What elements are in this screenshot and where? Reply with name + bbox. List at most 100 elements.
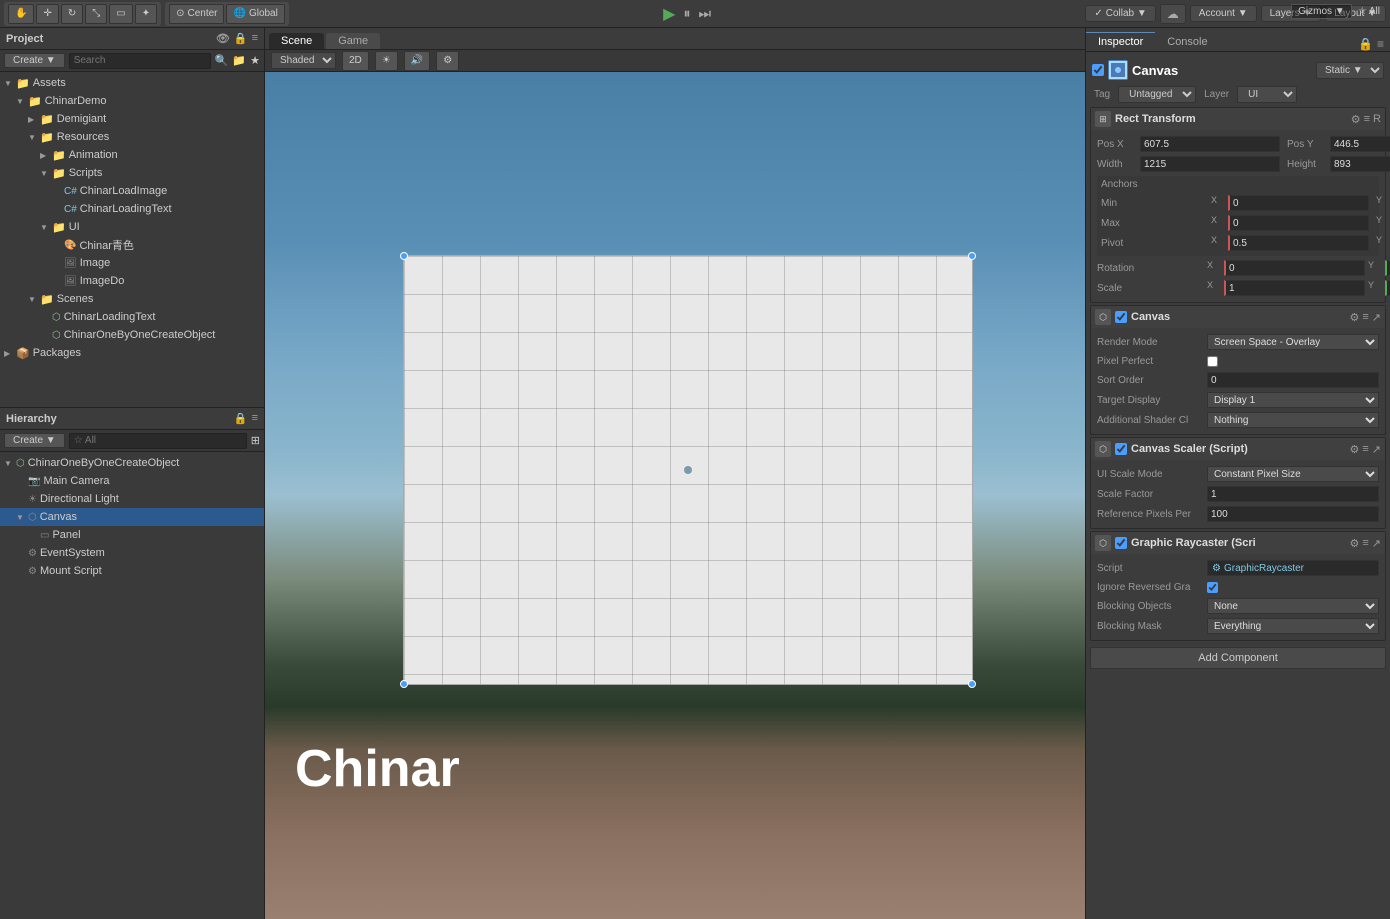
- light-toggle[interactable]: ☀: [375, 51, 398, 71]
- assets-root[interactable]: ▼ 📁 Assets: [0, 74, 264, 92]
- rotate-tool-btn[interactable]: ↻: [61, 4, 83, 24]
- hierarchy-create-btn[interactable]: Create ▼: [4, 433, 65, 448]
- canvas-menu-icon[interactable]: ≡: [1362, 311, 1368, 324]
- rt-r-icon[interactable]: R: [1373, 113, 1381, 126]
- lock-panel-icon[interactable]: 🔒: [1358, 37, 1373, 51]
- scaler-menu-icon[interactable]: ≡: [1362, 443, 1368, 456]
- scene-view[interactable]: Chinar: [265, 72, 1085, 919]
- gizmos-btn[interactable]: Gizmos ▼: [1291, 4, 1352, 19]
- sort-order-input[interactable]: [1207, 372, 1379, 388]
- pivot-btn[interactable]: ⊙ Center: [169, 4, 224, 24]
- rt-gear-icon[interactable]: ⚙: [1351, 113, 1361, 126]
- scaler-gear-icon[interactable]: ⚙: [1349, 443, 1359, 456]
- hierarchy-panel-item[interactable]: ▭ Panel: [0, 526, 264, 544]
- handle-top-left[interactable]: [400, 252, 408, 260]
- rt-menu-icon[interactable]: ≡: [1364, 113, 1370, 126]
- transform-tool-btn[interactable]: ✦: [135, 4, 157, 24]
- hierarchy-directional-light[interactable]: ☀ Directional Light: [0, 490, 264, 508]
- audio-toggle[interactable]: 🔊: [404, 51, 430, 71]
- scale-y-input[interactable]: [1385, 280, 1390, 296]
- tab-console[interactable]: Console: [1155, 33, 1219, 51]
- canvas-comp-checkbox[interactable]: [1115, 311, 1127, 323]
- graphic-raycaster-header[interactable]: ⬡ Graphic Raycaster (Scri ⚙ ≡ ↗: [1091, 532, 1385, 554]
- step-btn[interactable]: ⏭: [698, 5, 711, 22]
- tree-scenes[interactable]: ▼ 📁 Scenes: [0, 290, 264, 308]
- anchor-min-x-input[interactable]: [1228, 195, 1369, 211]
- menu-panel-icon[interactable]: ≡: [1377, 37, 1384, 51]
- scaler-r-icon[interactable]: ↗: [1372, 443, 1381, 456]
- tree-image[interactable]: 🖼 Image: [0, 254, 264, 272]
- scale-x-input[interactable]: [1224, 280, 1365, 296]
- tree-chinar-loading-text-scene[interactable]: ⬡ ChinarLoadingText: [0, 308, 264, 326]
- rot-y-input[interactable]: [1385, 260, 1390, 276]
- canvas-active-checkbox[interactable]: [1092, 64, 1104, 76]
- collab-btn[interactable]: ✓ Collab ▼: [1085, 5, 1155, 22]
- pos-x-input[interactable]: [1140, 136, 1280, 152]
- rot-x-input[interactable]: [1224, 260, 1365, 276]
- ref-pixels-input[interactable]: [1207, 506, 1379, 522]
- canvas-gear-icon[interactable]: ⚙: [1349, 311, 1359, 324]
- tab-inspector[interactable]: Inspector: [1086, 32, 1155, 51]
- rect-transform-header[interactable]: ⊞ Rect Transform ⚙ ≡ R: [1091, 108, 1385, 130]
- tree-animation[interactable]: ▶ 📁 Animation: [0, 146, 264, 164]
- hierarchy-scene[interactable]: ▼ ⬡ ChinarOneByOneCreateObject: [0, 454, 264, 472]
- ignore-checkbox[interactable]: [1207, 582, 1218, 593]
- tree-ui[interactable]: ▼ 📁 UI: [0, 218, 264, 236]
- pause-btn[interactable]: ⏸: [683, 5, 690, 22]
- tag-dropdown[interactable]: Untagged: [1118, 86, 1196, 103]
- project-search-input[interactable]: [69, 53, 211, 69]
- hierarchy-search-input[interactable]: [69, 433, 247, 449]
- shading-dropdown[interactable]: Shaded: [271, 52, 336, 69]
- ui-scale-select[interactable]: Constant Pixel Size: [1207, 466, 1379, 482]
- account-btn[interactable]: Account ▼: [1190, 5, 1257, 22]
- gr-r-icon[interactable]: ↗: [1372, 537, 1381, 550]
- tree-scripts[interactable]: ▼ 📁 Scripts: [0, 164, 264, 182]
- layer-dropdown[interactable]: UI: [1237, 86, 1297, 103]
- hierarchy-event-system[interactable]: ⚙ EventSystem: [0, 544, 264, 562]
- canvas-r-icon[interactable]: ↗: [1372, 311, 1381, 324]
- play-btn[interactable]: ▶: [663, 4, 675, 24]
- cloud-btn[interactable]: ☁: [1160, 4, 1186, 24]
- hierarchy-mount-script[interactable]: ⚙ Mount Script: [0, 562, 264, 580]
- gr-menu-icon[interactable]: ≡: [1362, 537, 1368, 550]
- handle-bottom-right[interactable]: [968, 680, 976, 688]
- render-mode-select[interactable]: Screen Space - Overlay: [1207, 334, 1379, 350]
- tree-image-do[interactable]: 🖼 ImageDo: [0, 272, 264, 290]
- static-dropdown[interactable]: Static ▼: [1316, 62, 1384, 79]
- blocking-objects-select[interactable]: None: [1207, 598, 1379, 614]
- project-create-btn[interactable]: Create ▼: [4, 53, 65, 68]
- tree-packages[interactable]: ▶ 📦 Packages: [0, 344, 264, 362]
- tab-game[interactable]: Game: [326, 33, 380, 49]
- target-display-select[interactable]: Display 1: [1207, 392, 1379, 408]
- tree-demigiant[interactable]: ▶ 📁 Demigiant: [0, 110, 264, 128]
- handle-bottom-left[interactable]: [400, 680, 408, 688]
- rect-tool-btn[interactable]: ▭: [109, 4, 132, 24]
- tree-chinar-load-image[interactable]: C# ChinarLoadImage: [0, 182, 264, 200]
- graphic-raycaster-checkbox[interactable]: [1115, 537, 1127, 549]
- move-tool-btn[interactable]: ✛: [36, 4, 58, 24]
- pixel-perfect-checkbox[interactable]: [1207, 356, 1218, 367]
- scale-tool-btn[interactable]: ⤡: [85, 4, 107, 24]
- 2d-btn[interactable]: 2D: [342, 51, 369, 71]
- hierarchy-canvas[interactable]: ▼ ⬡ Canvas: [0, 508, 264, 526]
- blocking-mask-select[interactable]: Everything: [1207, 618, 1379, 634]
- gr-gear-icon[interactable]: ⚙: [1349, 537, 1359, 550]
- width-input[interactable]: [1140, 156, 1280, 172]
- tree-resources[interactable]: ▼ 📁 Resources: [0, 128, 264, 146]
- tree-chinar-color[interactable]: 🎨 Chinar青色: [0, 236, 264, 254]
- canvas-scaler-checkbox[interactable]: [1115, 443, 1127, 455]
- tree-chinar-demo[interactable]: ▼ 📁 ChinarDemo: [0, 92, 264, 110]
- pos-y-input[interactable]: [1330, 136, 1390, 152]
- hand-tool-btn[interactable]: ✋: [8, 4, 34, 24]
- tree-chinar-one-create[interactable]: ⬡ ChinarOneByOneCreateObject: [0, 326, 264, 344]
- anchor-max-x-input[interactable]: [1228, 215, 1369, 231]
- tab-scene[interactable]: Scene: [269, 33, 324, 49]
- hierarchy-main-camera[interactable]: 📷 Main Camera: [0, 472, 264, 490]
- height-input[interactable]: [1330, 156, 1390, 172]
- effects-toggle[interactable]: ⚙: [436, 51, 459, 71]
- add-component-btn[interactable]: Add Component: [1090, 647, 1386, 669]
- scale-factor-input[interactable]: [1207, 486, 1379, 502]
- canvas-scaler-header[interactable]: ⬡ Canvas Scaler (Script) ⚙ ≡ ↗: [1091, 438, 1385, 460]
- handle-top-right[interactable]: [968, 252, 976, 260]
- add-shader-select[interactable]: Nothing: [1207, 412, 1379, 428]
